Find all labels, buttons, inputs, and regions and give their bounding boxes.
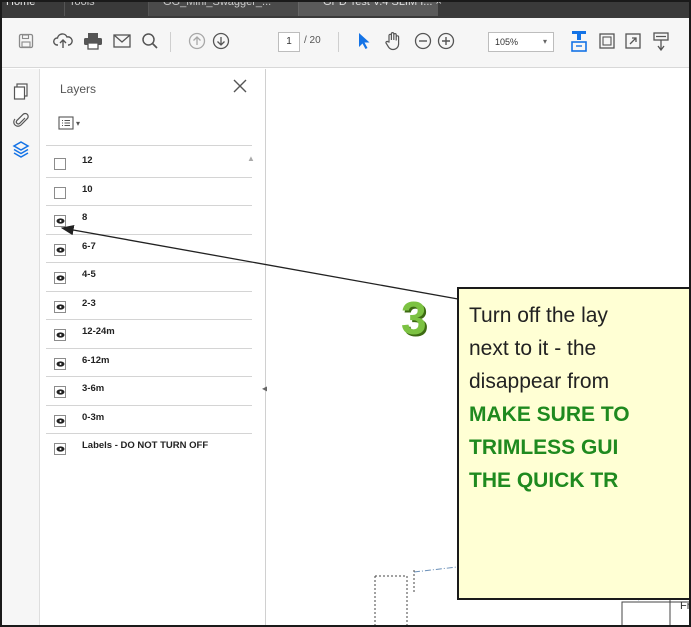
layer-row: Labels - DO NOT TURN OFF bbox=[46, 434, 252, 463]
callout-warning-line: TRIMLESS GUI bbox=[469, 436, 619, 459]
email-icon[interactable] bbox=[111, 30, 133, 52]
layer-list: 12 10 8 6-7 4-5 2-3 12-24m 6-12m 3-6m 0-… bbox=[46, 149, 252, 463]
tab-strip: Home Tools GG_Mini_Swagger_... GPD Test … bbox=[2, 2, 689, 18]
select-cursor-icon[interactable] bbox=[353, 30, 375, 52]
layer-options-button[interactable]: ▾ bbox=[58, 114, 86, 132]
chevron-down-icon: ▾ bbox=[76, 118, 81, 128]
callout-line: next to it - the bbox=[469, 337, 597, 360]
chevron-down-icon: ▾ bbox=[542, 37, 547, 46]
eye-icon[interactable] bbox=[54, 272, 66, 284]
layer-label: 10 bbox=[82, 183, 93, 195]
attachment-icon[interactable] bbox=[11, 110, 31, 130]
divider bbox=[46, 145, 252, 146]
cloud-upload-icon[interactable] bbox=[52, 30, 74, 52]
layer-row: 12 bbox=[46, 149, 252, 178]
fit-page-icon[interactable] bbox=[568, 30, 590, 52]
instruction-callout: Turn off the lay next to it - the disapp… bbox=[457, 287, 689, 600]
hand-tool-icon[interactable] bbox=[382, 30, 404, 52]
layer-label: Labels - DO NOT TURN OFF bbox=[82, 440, 209, 451]
eye-icon[interactable] bbox=[54, 357, 66, 370]
layer-row: 6-12m bbox=[46, 349, 252, 377]
page-display-icon[interactable] bbox=[596, 30, 618, 52]
zoom-in-icon[interactable] bbox=[435, 30, 457, 52]
page-number-input[interactable]: 1 bbox=[278, 32, 300, 52]
eye-icon[interactable] bbox=[54, 443, 66, 455]
layer-label: 12 bbox=[82, 155, 93, 166]
eye-icon[interactable] bbox=[54, 386, 66, 398]
layer-label: 0-3m bbox=[82, 411, 105, 423]
layer-row: 2-3 bbox=[46, 292, 252, 320]
eye-icon[interactable] bbox=[54, 300, 66, 313]
eye-icon[interactable] bbox=[54, 329, 66, 341]
layer-row: 12-24m bbox=[46, 320, 252, 349]
step-number: 3 bbox=[401, 292, 427, 344]
callout-line: Turn off the lay bbox=[469, 304, 608, 327]
callout-warning-line: MAKE SURE TO bbox=[469, 403, 630, 426]
layer-row: 6-7 bbox=[46, 235, 252, 263]
tab-tools[interactable]: Tools bbox=[64, 2, 148, 16]
layers-icon[interactable] bbox=[11, 139, 31, 159]
search-icon[interactable] bbox=[139, 30, 161, 52]
layer-label: 4-5 bbox=[82, 269, 96, 280]
layer-label: 12-24m bbox=[82, 326, 115, 337]
layer-row: 10 bbox=[46, 178, 252, 206]
layer-label: 6-7 bbox=[82, 240, 96, 252]
toolbar-divider bbox=[170, 32, 171, 52]
next-page-icon[interactable] bbox=[210, 30, 232, 52]
zoom-level-select[interactable]: 105% ▾ bbox=[488, 32, 554, 52]
close-icon[interactable] bbox=[230, 77, 250, 97]
layer-row: 4-5 bbox=[46, 263, 252, 292]
layers-panel: Layers ▾ ▲ 12 10 8 6-7 4-5 2-3 12-24m 6-… bbox=[40, 69, 266, 625]
layer-row: 0-3m bbox=[46, 406, 252, 434]
drawing-label: Fr bbox=[680, 600, 691, 612]
layer-label: 2-3 bbox=[82, 297, 96, 309]
print-icon[interactable] bbox=[82, 30, 104, 52]
layer-label: 6-12m bbox=[82, 354, 110, 366]
toolbar-divider bbox=[338, 32, 339, 52]
tab-document-1[interactable]: GG_Mini_Swagger_... bbox=[148, 2, 298, 16]
app-window: Home Tools GG_Mini_Swagger_... GPD Test … bbox=[0, 0, 691, 627]
eye-icon[interactable] bbox=[54, 243, 66, 256]
zoom-out-icon[interactable] bbox=[412, 30, 434, 52]
layer-row: 8 bbox=[46, 206, 252, 235]
panel-title: Layers bbox=[60, 82, 97, 96]
layer-visibility-toggle[interactable] bbox=[54, 158, 66, 170]
tab-home[interactable]: Home bbox=[2, 2, 64, 16]
highlight-tool-icon[interactable] bbox=[650, 30, 672, 52]
layer-visibility-toggle[interactable] bbox=[54, 186, 66, 199]
zoom-level-value: 105% bbox=[495, 37, 519, 47]
previous-page-icon[interactable] bbox=[186, 30, 208, 52]
tab-document-2[interactable]: GPD Test V.4 SLIM I... × bbox=[298, 2, 442, 16]
navigation-rail bbox=[2, 69, 40, 625]
eye-icon[interactable] bbox=[54, 414, 66, 427]
eye-icon[interactable] bbox=[54, 215, 66, 227]
callout-line: disappear from bbox=[469, 370, 610, 393]
callout-warning-line: THE QUICK TR bbox=[469, 469, 619, 492]
layer-label: 3-6m bbox=[82, 383, 105, 394]
toolbar: 1 / 20 105% ▾ bbox=[2, 18, 689, 68]
page-count: / 20 bbox=[304, 35, 321, 46]
full-screen-icon[interactable] bbox=[622, 30, 644, 52]
layer-label: 8 bbox=[82, 212, 88, 223]
layer-row: 3-6m bbox=[46, 377, 252, 406]
pages-thumbnail-icon[interactable] bbox=[11, 82, 31, 102]
save-icon[interactable] bbox=[15, 30, 37, 52]
